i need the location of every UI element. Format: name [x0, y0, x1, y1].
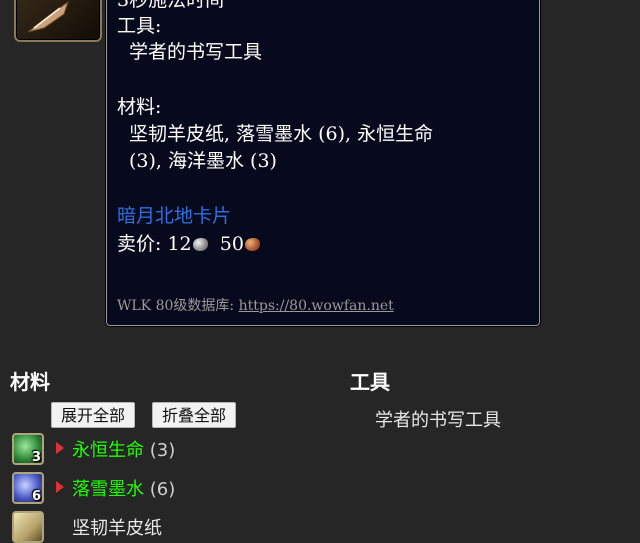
tools-label: 工具:: [117, 15, 162, 37]
material-name[interactable]: 永恒生命 (3): [72, 436, 175, 462]
feather-quill-icon: [27, 0, 69, 33]
materials-line-2: (3), 海洋墨水 (3): [129, 150, 277, 172]
recipe-item-icon[interactable]: [14, 0, 102, 42]
materials-line-1: 坚韧羊皮纸, 落雪墨水 (6), 永恒生命: [129, 123, 434, 145]
footer-link[interactable]: https://80.wowfan.net: [239, 298, 394, 314]
item-tooltip: 3秒施法时间 工具: 学者的书写工具 材料: 坚韧羊皮纸, 落雪墨水 (6), …: [106, 0, 540, 326]
sell-copper-amount: 50: [219, 233, 244, 255]
footer-label: WLK 80级数据库:: [117, 298, 235, 314]
collapse-all-button[interactable]: 折叠全部: [152, 402, 237, 428]
material-label[interactable]: 坚韧羊皮纸: [72, 518, 162, 539]
silver-coin-icon: [192, 238, 208, 251]
expand-all-button[interactable]: 展开全部: [51, 402, 136, 428]
materials-title: 材料: [10, 370, 50, 394]
resilient-parchment-icon[interactable]: [12, 511, 44, 543]
expand-arrow-icon[interactable]: [56, 481, 64, 493]
tool-name[interactable]: 学者的书写工具: [375, 406, 501, 432]
sell-price: 卖价: 12 50: [117, 229, 260, 256]
material-name[interactable]: 落雪墨水 (6): [72, 475, 175, 501]
stack-count: 6: [31, 489, 41, 504]
sell-silver-amount: 12: [167, 233, 192, 255]
material-qty: (3): [149, 440, 176, 461]
stack-count: 3: [31, 450, 41, 465]
product-link[interactable]: 暗月北地卡片: [117, 201, 231, 228]
tooltip-footer: WLK 80级数据库: https://80.wowfan.net: [117, 295, 394, 315]
copper-coin-icon: [244, 238, 260, 251]
sell-label: 卖价:: [117, 233, 162, 255]
material-label[interactable]: 落雪墨水: [72, 479, 144, 500]
snowfall-ink-icon[interactable]: 6: [12, 472, 44, 504]
material-label[interactable]: 永恒生命: [72, 440, 144, 461]
material-name[interactable]: 坚韧羊皮纸: [72, 514, 162, 540]
eternal-life-icon[interactable]: 3: [12, 433, 44, 465]
material-qty: (6): [149, 479, 176, 500]
tool-item: 学者的书写工具: [129, 41, 263, 63]
expand-arrow-icon[interactable]: [56, 442, 64, 454]
materials-label: 材料:: [117, 96, 162, 118]
tools-title: 工具: [350, 370, 390, 394]
